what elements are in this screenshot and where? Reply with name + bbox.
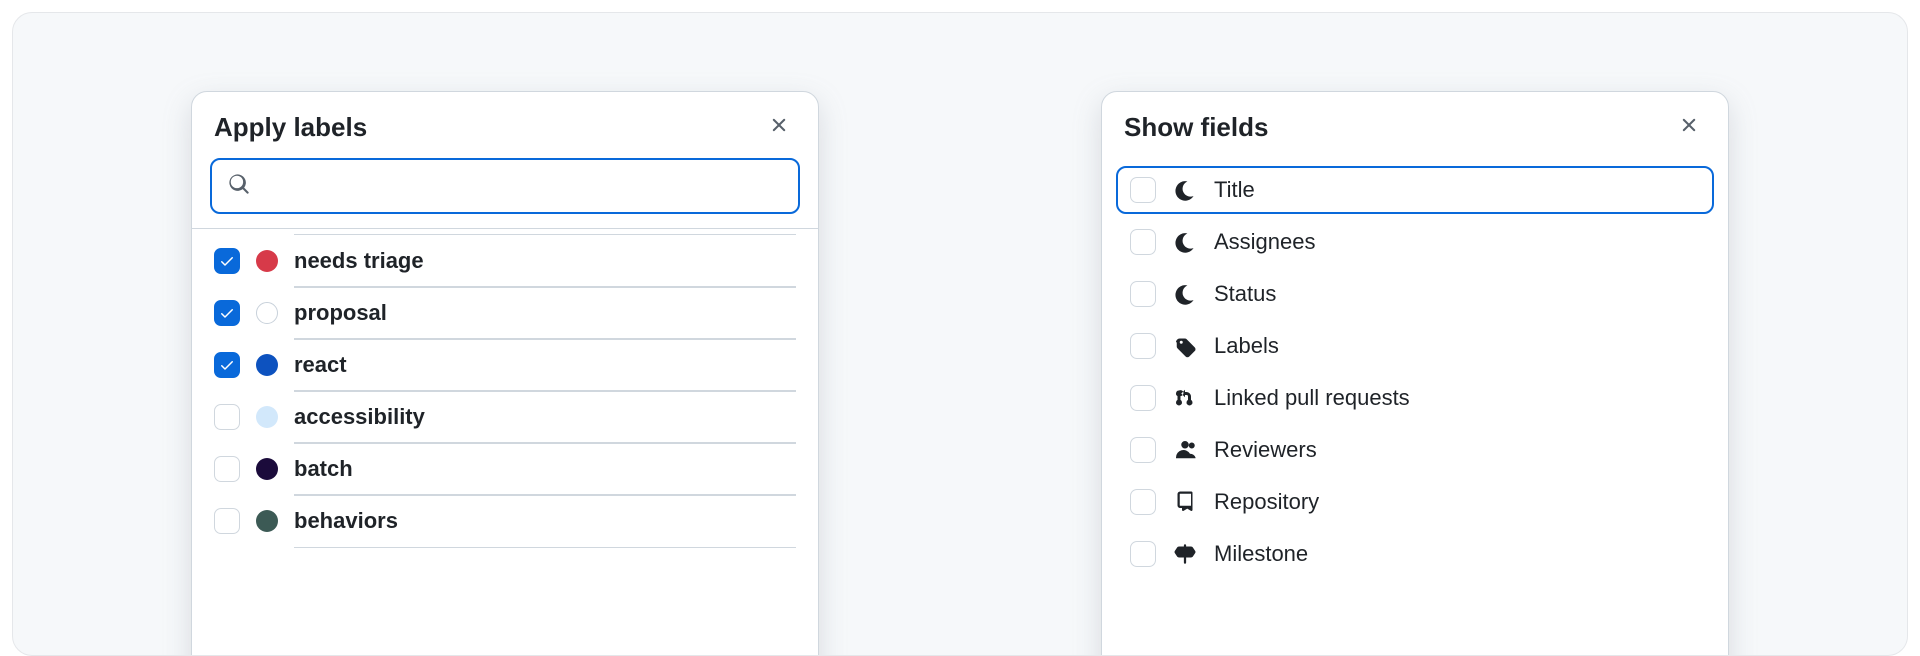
- milestone-icon: [1172, 541, 1198, 567]
- label-row[interactable]: react: [192, 339, 818, 391]
- people-icon: [1172, 437, 1198, 463]
- label-color-dot: [256, 302, 278, 324]
- field-row-inner: Milestone: [1116, 530, 1714, 578]
- field-row-inner: Repository: [1116, 478, 1714, 526]
- tag-icon: [1172, 333, 1198, 359]
- checkbox[interactable]: [1130, 229, 1156, 255]
- search-input[interactable]: [262, 175, 782, 198]
- panel-title: Show fields: [1124, 112, 1268, 143]
- label-text-wrap: react: [294, 339, 796, 391]
- label-text: needs triage: [294, 249, 796, 273]
- panel-title: Apply labels: [214, 112, 367, 143]
- checkbox[interactable]: [214, 248, 240, 274]
- field-row[interactable]: Assignees: [1102, 216, 1728, 268]
- checkbox[interactable]: [214, 508, 240, 534]
- label-color-dot: [256, 458, 278, 480]
- label-color-dot: [256, 354, 278, 376]
- label-row[interactable]: needs triage: [192, 235, 818, 287]
- checkbox[interactable]: [1130, 281, 1156, 307]
- fields-list: Title Assignees Status Labels Linked pull re…: [1102, 158, 1728, 596]
- field-row-inner: Title: [1116, 166, 1714, 214]
- field-label: Title: [1214, 178, 1255, 202]
- label-text-wrap: behaviors: [294, 495, 796, 547]
- search-box[interactable]: [210, 158, 800, 214]
- field-row-inner: Linked pull requests: [1116, 374, 1714, 422]
- x-icon: [768, 114, 790, 141]
- field-row[interactable]: Milestone: [1102, 528, 1728, 580]
- label-text-wrap: proposal: [294, 287, 796, 339]
- panel-header: Apply labels: [192, 92, 818, 158]
- field-row-inner: Reviewers: [1116, 426, 1714, 474]
- label-row[interactable]: batch: [192, 443, 818, 495]
- checkbox[interactable]: [1130, 385, 1156, 411]
- checkbox[interactable]: [214, 456, 240, 482]
- field-label: Labels: [1214, 334, 1279, 358]
- checkbox[interactable]: [214, 300, 240, 326]
- checkbox[interactable]: [214, 352, 240, 378]
- search-icon: [228, 173, 250, 200]
- label-row[interactable]: proposal: [192, 287, 818, 339]
- field-label: Reviewers: [1214, 438, 1317, 462]
- x-icon: [1678, 114, 1700, 141]
- moon-icon: [1172, 177, 1198, 203]
- label-text: behaviors: [294, 509, 796, 533]
- label-color-dot: [256, 510, 278, 532]
- label-color-dot: [256, 406, 278, 428]
- label-text: batch: [294, 457, 796, 481]
- label-text-wrap: accessibility: [294, 391, 796, 443]
- moon-icon: [1172, 229, 1198, 255]
- label-text-wrap: batch: [294, 443, 796, 495]
- checkbox[interactable]: [1130, 541, 1156, 567]
- close-button[interactable]: [1672, 110, 1706, 144]
- search-wrap: [192, 158, 818, 228]
- panel-header: Show fields: [1102, 92, 1728, 158]
- label-text-wrap: needs triage: [294, 235, 796, 287]
- show-fields-panel: Show fields Title Assignees Status Labels Li…: [1101, 91, 1729, 656]
- label-row[interactable]: accessibility: [192, 391, 818, 443]
- field-label: Status: [1214, 282, 1276, 306]
- field-row-inner: Status: [1116, 270, 1714, 318]
- field-row[interactable]: Status: [1102, 268, 1728, 320]
- field-row-inner: Assignees: [1116, 218, 1714, 266]
- stage: Apply labels needs triage proposal react ac…: [12, 12, 1908, 656]
- moon-icon: [1172, 281, 1198, 307]
- close-button[interactable]: [762, 110, 796, 144]
- checkbox[interactable]: [1130, 437, 1156, 463]
- checkbox[interactable]: [1130, 333, 1156, 359]
- label-text: react: [294, 353, 796, 377]
- pr-icon: [1172, 385, 1198, 411]
- checkbox[interactable]: [214, 404, 240, 430]
- field-row[interactable]: Title: [1102, 164, 1728, 216]
- field-label: Repository: [1214, 490, 1319, 514]
- label-row[interactable]: behaviors: [192, 495, 818, 547]
- field-label: Milestone: [1214, 542, 1308, 566]
- field-label: Linked pull requests: [1214, 386, 1410, 410]
- field-row[interactable]: Labels: [1102, 320, 1728, 372]
- label-text: proposal: [294, 301, 796, 325]
- field-row[interactable]: Reviewers: [1102, 424, 1728, 476]
- label-text: accessibility: [294, 405, 796, 429]
- checkbox[interactable]: [1130, 489, 1156, 515]
- field-row[interactable]: Repository: [1102, 476, 1728, 528]
- field-label: Assignees: [1214, 230, 1316, 254]
- repo-icon: [1172, 489, 1198, 515]
- apply-labels-panel: Apply labels needs triage proposal react ac…: [191, 91, 819, 656]
- labels-list: needs triage proposal react accessibility ba…: [192, 229, 818, 563]
- label-color-dot: [256, 250, 278, 272]
- checkbox[interactable]: [1130, 177, 1156, 203]
- field-row-inner: Labels: [1116, 322, 1714, 370]
- field-row[interactable]: Linked pull requests: [1102, 372, 1728, 424]
